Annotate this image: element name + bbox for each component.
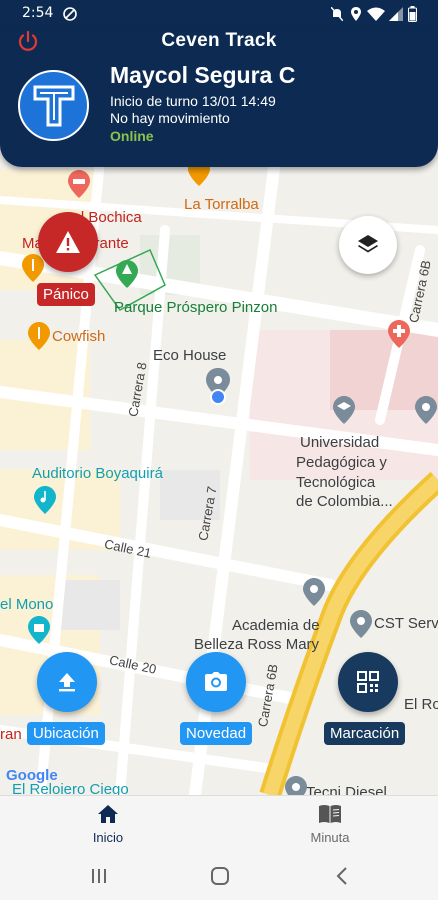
news-label[interactable]: Novedad [180, 722, 253, 745]
map-label-cowfish: Cowfish [52, 328, 106, 345]
status-time: 2:54 [22, 5, 54, 21]
music-pin-icon[interactable] [34, 486, 56, 514]
map-label-eco-house: Eco House [153, 347, 227, 364]
panic-label[interactable]: Pánico [37, 283, 95, 306]
map-label-el-ro: El Ro [404, 696, 438, 713]
home-icon [98, 805, 118, 823]
camera-icon [205, 672, 227, 691]
map-label-auditorio: Auditorio Boyaquirá [32, 465, 163, 482]
mark-label[interactable]: Marcación [324, 722, 406, 745]
place-pin-icon[interactable] [415, 396, 437, 424]
hospital-pin-icon[interactable] [388, 320, 410, 348]
movement-status-text: No hay movimiento [110, 110, 230, 126]
app-logo [18, 70, 89, 141]
location-button[interactable] [37, 652, 97, 712]
map-label-academia-1: Academia de [232, 617, 320, 634]
map-label-park: Parque Próspero Pinzon [114, 299, 278, 316]
map-layers-button[interactable] [339, 216, 397, 274]
shift-start-text: Inicio de turno 13/01 14:49 [110, 93, 276, 109]
upload-icon [59, 673, 75, 692]
warning-icon [56, 231, 80, 253]
qr-code-icon [357, 671, 379, 693]
map-label-cst: CST Serv [374, 615, 438, 632]
map-label-university-3: Tecnológica [296, 474, 376, 491]
map-label-rang: ran [0, 726, 22, 743]
map-label-tecni: Tecni Diesel [306, 784, 387, 795]
book-icon [319, 805, 341, 823]
app-title: Ceven Track [161, 30, 277, 51]
park-pin-icon[interactable] [116, 260, 138, 288]
cowfish-pin-icon[interactable] [28, 322, 50, 350]
layers-icon [358, 235, 378, 253]
nav-item-minute[interactable]: Minuta [270, 804, 390, 845]
hotel-pin-icon[interactable] [68, 170, 90, 198]
connection-status: Online [110, 128, 154, 144]
location-status-icon [351, 7, 361, 21]
google-attribution: Google [6, 767, 58, 784]
wifi-icon [367, 7, 385, 21]
map-label-university-1: Universidad [300, 434, 380, 451]
recent-apps-icon[interactable] [90, 867, 108, 885]
nav-item-home[interactable]: Inicio [48, 804, 168, 845]
home-system-icon[interactable] [210, 866, 230, 886]
status-bar: 2:54 [0, 0, 438, 28]
place-pin-icon-2[interactable] [303, 578, 325, 606]
tecni-pin-icon[interactable] [285, 776, 307, 795]
signal-icon [389, 7, 403, 21]
user-location-dot [210, 389, 226, 405]
map-label-academia-2: Belleza Ross Mary [194, 636, 320, 653]
map-label-university-2: Pedagógica y [296, 454, 387, 471]
bottom-navigation: Inicio Minuta [0, 795, 438, 855]
cst-pin-icon[interactable] [350, 610, 372, 638]
back-icon[interactable] [336, 867, 348, 885]
nav-minute-label: Minuta [310, 830, 350, 845]
restaurant-pin-icon[interactable] [22, 254, 44, 282]
app-header: Ceven Track Maycol Segura C Inicio de tu… [0, 28, 438, 167]
news-button[interactable] [186, 652, 246, 712]
museum-pin-icon[interactable] [28, 616, 50, 644]
user-name: Maycol Segura C [110, 62, 296, 88]
location-label[interactable]: Ubicación [27, 722, 105, 745]
battery-icon [408, 6, 417, 22]
university-pin-icon[interactable] [333, 396, 355, 424]
map-label-torralba: La Torralba [184, 196, 259, 213]
settings-status-icon [63, 7, 77, 21]
map-label-mono: el Mono [0, 596, 54, 613]
system-navigation-bar [0, 855, 438, 900]
map-label-university-4: de Colombia... [296, 493, 393, 510]
mute-icon [331, 7, 343, 21]
nav-home-label: Inicio [92, 830, 124, 845]
t-logo-icon [33, 85, 74, 126]
mark-button[interactable] [338, 652, 398, 712]
panic-button[interactable] [38, 212, 98, 272]
